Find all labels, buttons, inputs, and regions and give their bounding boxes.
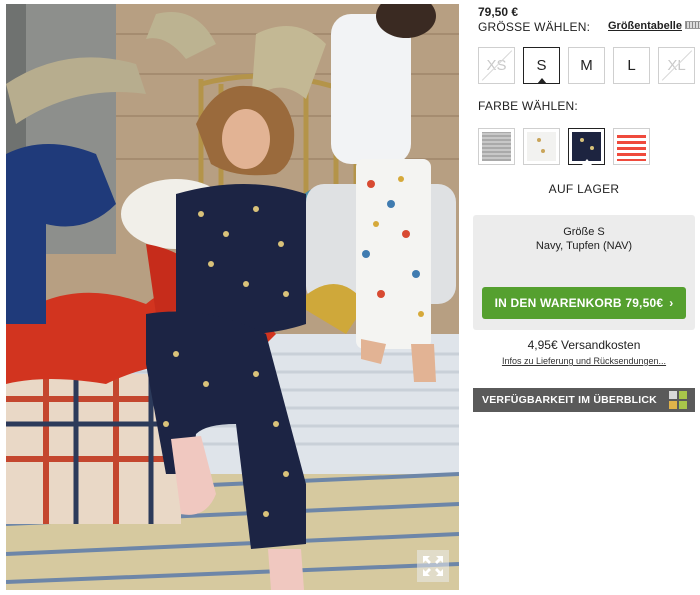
size-table-link[interactable]: Größentabelle	[608, 20, 700, 32]
size-options: XS S M L XL	[478, 47, 695, 84]
color-heading: FARBE WÄHLEN:	[478, 99, 578, 113]
color-grid-icon	[669, 391, 687, 409]
expand-image-button[interactable]	[417, 550, 449, 582]
size-option-s[interactable]: S	[523, 47, 560, 84]
grey-stripe-swatch	[482, 132, 511, 161]
size-option-xs[interactable]: XS	[478, 47, 515, 84]
color-option-white-dot[interactable]	[523, 128, 560, 165]
add-to-cart-label: IN DEN WARENKORB 79,50€	[494, 296, 664, 310]
size-option-l[interactable]: L	[613, 47, 650, 84]
color-option-grey-stripe[interactable]	[478, 128, 515, 165]
selected-color-text: Navy, Tupfen (NAV)	[535, 240, 633, 252]
color-options	[478, 128, 650, 165]
add-to-cart-button[interactable]: IN DEN WARENKORB 79,50€ ›	[482, 287, 686, 319]
size-option-m[interactable]: M	[568, 47, 605, 84]
stock-status: AUF LAGER	[548, 182, 620, 196]
size-option-label: M	[580, 57, 593, 74]
size-option-label: S	[536, 57, 547, 74]
availability-label: VERFÜGBARKEIT IM ÜBERBLICK	[482, 394, 657, 406]
size-heading: GRÖSSE WÄHLEN:	[478, 20, 591, 34]
expand-arrows-icon	[423, 556, 443, 576]
product-price: 79,50 €	[478, 5, 519, 19]
selected-size-text: Größe S	[563, 226, 605, 238]
color-option-navy-dot[interactable]	[568, 128, 605, 165]
navy-dot-swatch	[572, 132, 601, 161]
ruler-icon	[684, 21, 700, 29]
size-table-link-label: Größentabelle	[608, 20, 682, 32]
product-photo-scene	[6, 4, 459, 590]
size-option-label: L	[627, 57, 636, 74]
shipping-cost: 4,95€ Versandkosten	[527, 338, 641, 352]
color-option-red-stripe[interactable]	[613, 128, 650, 165]
chevron-right-icon: ›	[669, 296, 674, 310]
availability-overview-button[interactable]: VERFÜGBARKEIT IM ÜBERBLICK	[473, 388, 695, 412]
size-option-xl[interactable]: XL	[658, 47, 695, 84]
size-option-label: XS	[486, 57, 507, 74]
product-image[interactable]	[6, 4, 459, 590]
red-stripe-swatch	[617, 132, 646, 161]
delivery-info-link[interactable]: Infos zu Lieferung und Rücksendungen...	[473, 356, 695, 366]
size-option-label: XL	[667, 57, 686, 74]
white-dot-swatch	[527, 132, 556, 161]
selection-summary: Größe S Navy, Tupfen (NAV) IN DEN WARENK…	[473, 215, 695, 330]
